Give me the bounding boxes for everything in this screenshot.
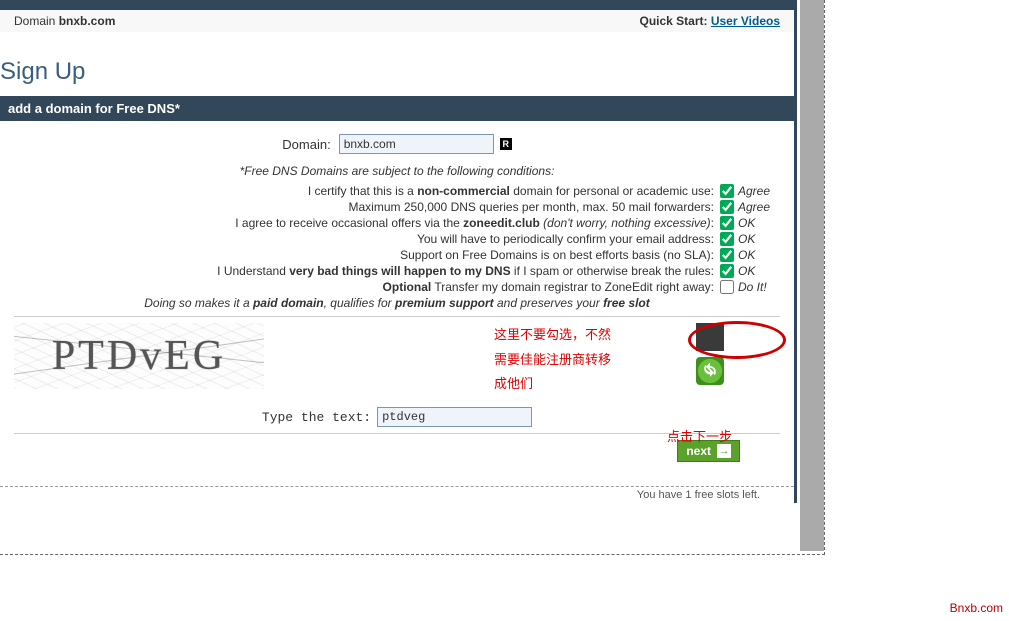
condition-ack: OK bbox=[738, 232, 755, 246]
condition-row: I certify that this is a non-commercial … bbox=[14, 184, 780, 198]
condition-text: I Understand very bad things will happen… bbox=[217, 264, 720, 278]
watermark: Bnxb.com bbox=[950, 601, 1003, 615]
condition-text: I agree to receive occasional offers via… bbox=[235, 216, 720, 230]
user-videos-link[interactable]: User Videos bbox=[711, 14, 780, 28]
condition-checkbox-3[interactable] bbox=[720, 232, 734, 246]
condition-row-optional: Optional Transfer my domain registrar to… bbox=[14, 280, 780, 294]
quickstart-label: Quick Start: bbox=[639, 14, 710, 28]
captcha-image: PTDvEG bbox=[14, 323, 264, 389]
condition-checkbox-4[interactable] bbox=[720, 248, 734, 262]
captcha-region: PTDvEG 这里不要勾选，不然 需要佳能注册商转移 成他们 bbox=[14, 323, 780, 397]
condition-row: I agree to receive occasional offers via… bbox=[14, 216, 780, 230]
top-strip bbox=[0, 0, 794, 10]
annotation-warning: 这里不要勾选，不然 需要佳能注册商转移 成他们 bbox=[494, 323, 611, 397]
divider bbox=[14, 433, 780, 434]
domain-row: Domain: R bbox=[14, 134, 780, 154]
captcha-entry-label: Type the text: bbox=[262, 410, 371, 425]
condition-checkbox-6[interactable] bbox=[720, 280, 734, 294]
breadcrumb: Domain bnxb.com bbox=[14, 14, 115, 28]
condition-text: Maximum 250,000 DNS queries per month, m… bbox=[349, 200, 720, 214]
slots-remaining: You have 1 free slots left. bbox=[14, 489, 760, 501]
arrow-right-icon: → bbox=[717, 444, 731, 458]
captcha-audio-icon[interactable] bbox=[696, 323, 724, 351]
condition-checkbox-1[interactable] bbox=[720, 200, 734, 214]
quickstart: Quick Start: User Videos bbox=[639, 14, 780, 28]
condition-text: Support on Free Domains is on best effor… bbox=[400, 248, 720, 262]
condition-checkbox-0[interactable] bbox=[720, 184, 734, 198]
domain-input[interactable] bbox=[339, 134, 494, 154]
condition-text: Optional Transfer my domain registrar to… bbox=[383, 280, 720, 294]
condition-checkbox-5[interactable] bbox=[720, 264, 734, 278]
breadcrumb-domain: bnxb.com bbox=[59, 14, 116, 28]
condition-ack: Do It! bbox=[738, 280, 767, 294]
breadcrumb-prefix: Domain bbox=[14, 14, 59, 28]
condition-ack: OK bbox=[738, 264, 755, 278]
condition-text: I certify that this is a non-commercial … bbox=[308, 184, 720, 198]
condition-row: You will have to periodically confirm yo… bbox=[14, 232, 780, 246]
annotation-next-hint: 点击下一步 bbox=[667, 426, 732, 445]
condition-ack: OK bbox=[738, 248, 755, 262]
form-area: Domain: R *Free DNS Domains are subject … bbox=[0, 121, 794, 468]
captcha-refresh-icon[interactable] bbox=[696, 357, 724, 385]
page-title: Sign Up bbox=[0, 58, 794, 86]
section-bar: add a domain for Free DNS* bbox=[0, 96, 794, 121]
footer: You have 1 free slots left. bbox=[0, 486, 794, 503]
subheader: Domain bnxb.com Quick Start: User Videos bbox=[0, 10, 794, 32]
next-button-label: next bbox=[686, 444, 711, 458]
registered-badge-icon: R bbox=[500, 138, 512, 150]
next-area: 点击下一步 next → bbox=[14, 440, 780, 462]
optional-note: Doing so makes it a paid domain, qualifi… bbox=[14, 296, 780, 310]
app-window: Domain bnxb.com Quick Start: User Videos… bbox=[0, 0, 797, 503]
captcha-input[interactable] bbox=[377, 407, 532, 427]
condition-text: You will have to periodically confirm yo… bbox=[417, 232, 720, 246]
divider bbox=[14, 316, 780, 317]
condition-ack: OK bbox=[738, 216, 755, 230]
condition-checkbox-2[interactable] bbox=[720, 216, 734, 230]
condition-row: I Understand very bad things will happen… bbox=[14, 264, 780, 278]
condition-ack: Agree bbox=[738, 200, 770, 214]
condition-row: Support on Free Domains is on best effor… bbox=[14, 248, 780, 262]
captcha-entry-row: Type the text: bbox=[14, 407, 780, 427]
domain-label: Domain: bbox=[282, 137, 338, 152]
condition-row: Maximum 250,000 DNS queries per month, m… bbox=[14, 200, 780, 214]
condition-ack: Agree bbox=[738, 184, 770, 198]
conditions-heading: *Free DNS Domains are subject to the fol… bbox=[14, 164, 780, 178]
